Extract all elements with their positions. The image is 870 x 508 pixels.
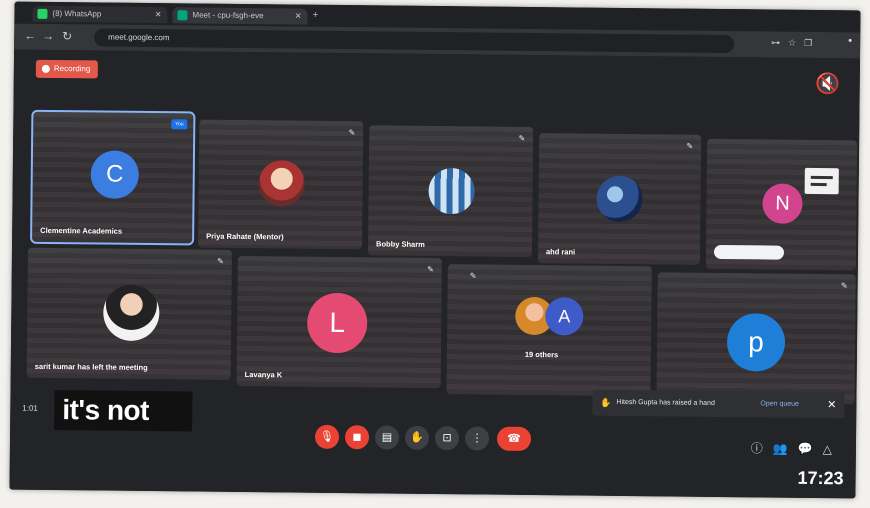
live-caption: it's not <box>54 390 193 432</box>
mic-off-icon: 🎙 <box>319 430 335 443</box>
avatar: A <box>545 297 584 336</box>
participant-tile[interactable]: ✎ Priya Rahate (Mentor) <box>198 119 364 250</box>
you-badge: You <box>171 119 188 130</box>
timestamp: 1:01 <box>22 403 38 413</box>
avatar <box>258 160 305 207</box>
more-vert-icon: ⋮ <box>471 432 483 445</box>
participant-tile[interactable]: You C Clementine Academics <box>30 109 196 246</box>
side-panel-icons[interactable]: ⓘ👥💬△ <box>751 439 842 457</box>
mic-off-icon: ✎ <box>217 256 224 266</box>
mic-off-icon: ✎ <box>840 281 848 291</box>
speaking-pill <box>713 244 785 260</box>
camera-off-icon: ◼ <box>352 431 362 444</box>
participant-name: Bobby Sharm <box>376 239 425 249</box>
participant-name: sarit kumar has left the meeting <box>34 361 148 372</box>
participant-tile[interactable]: N <box>705 138 858 271</box>
phone-hangup-icon: ☎ <box>507 432 521 445</box>
avatar <box>428 167 475 215</box>
close-icon[interactable]: ✕ <box>155 7 162 23</box>
participant-tile[interactable]: ✎ L Lavanya K <box>236 255 442 389</box>
participant-tile[interactable]: ✎ Bobby Sharm <box>367 125 534 258</box>
present-button[interactable]: ⊡ <box>434 426 460 451</box>
monitor-screen: (8) WhatsApp ✕ Meet - cpu-fsgh-eve ✕ + ←… <box>9 1 861 499</box>
leave-call-button[interactable]: ☎ <box>496 426 532 452</box>
participant-tile[interactable]: ✎ ahd rani <box>537 133 702 265</box>
recording-label: Recording <box>53 63 91 74</box>
avatar: C <box>90 150 140 199</box>
url-field[interactable]: meet.google.com <box>94 28 735 54</box>
tab-label: (8) WhatsApp <box>52 8 102 19</box>
open-queue-link[interactable]: Open queue <box>760 391 799 417</box>
profile-avatar[interactable]: ● <box>848 37 852 44</box>
tab-meet[interactable]: Meet - cpu-fsgh-eve ✕ <box>172 7 308 25</box>
avatar <box>596 175 643 223</box>
avatar: N <box>762 183 803 224</box>
captions-icon <box>804 167 839 195</box>
mic-off-icon: ✎ <box>469 271 477 281</box>
recording-indicator: Recording <box>35 59 99 79</box>
participant-name: Priya Rahate (Mentor) <box>206 231 284 242</box>
close-icon[interactable]: ✕ <box>827 392 836 418</box>
participant-name: ahd rani <box>545 247 576 257</box>
captions-icon: ▤ <box>381 431 393 444</box>
participant-name: Lavanya K <box>244 370 283 380</box>
raise-hand-button[interactable]: ✋ <box>404 425 430 450</box>
mic-off-icon: ✎ <box>518 133 526 143</box>
tab-whatsapp[interactable]: (8) WhatsApp ✕ <box>32 5 168 24</box>
hand-icon: ✋ <box>600 397 612 408</box>
participant-tile[interactable]: ✎ A 19 others <box>446 264 652 397</box>
participant-name: 19 others <box>524 349 559 360</box>
mic-button[interactable]: 🎙 <box>314 424 340 450</box>
speaker-muted-icon: 🔇 <box>815 72 841 96</box>
present-icon: ⊡ <box>442 432 452 445</box>
mic-off-icon: ✎ <box>427 264 434 274</box>
participant-name: Clementine Academics <box>40 225 123 236</box>
avatar: p <box>726 313 786 372</box>
caption-text: it's not <box>62 394 150 427</box>
mic-off-icon: ✎ <box>348 128 356 138</box>
browser-extension-icons[interactable]: ⊶☆❐ <box>771 38 820 50</box>
reload-icon[interactable]: ↻ <box>62 29 72 43</box>
participant-tile[interactable]: ✎ p <box>656 272 856 405</box>
url-text: meet.google.com <box>108 32 170 43</box>
hand-icon: ✋ <box>410 431 424 444</box>
camera-button[interactable]: ◼ <box>344 425 370 450</box>
back-icon[interactable]: ← <box>24 29 36 43</box>
captions-button[interactable]: ▤ <box>374 425 400 450</box>
meet-icon <box>177 10 188 21</box>
toast-text: Hitesh Gupta has raised a hand <box>616 398 715 407</box>
forward-icon[interactable]: → <box>42 29 54 43</box>
plus-icon[interactable]: + <box>312 10 318 21</box>
tab-label: Meet - cpu-fsgh-eve <box>192 10 264 21</box>
close-icon[interactable]: ✕ <box>295 9 302 25</box>
more-options-button[interactable]: ⋮ <box>464 426 490 451</box>
mic-off-icon: ✎ <box>686 141 694 151</box>
participant-tile[interactable]: ✎ sarit kumar has left the meeting <box>26 247 232 380</box>
avatar: L <box>306 292 368 354</box>
clock: 17:23 <box>797 467 844 489</box>
raised-hand-toast: ✋ Hitesh Gupta has raised a hand Open qu… <box>592 389 845 419</box>
meet-stage: Recording 🔇 You C Clementine Academics ✎… <box>9 49 861 499</box>
avatar <box>103 284 160 342</box>
whatsapp-icon <box>37 8 48 19</box>
